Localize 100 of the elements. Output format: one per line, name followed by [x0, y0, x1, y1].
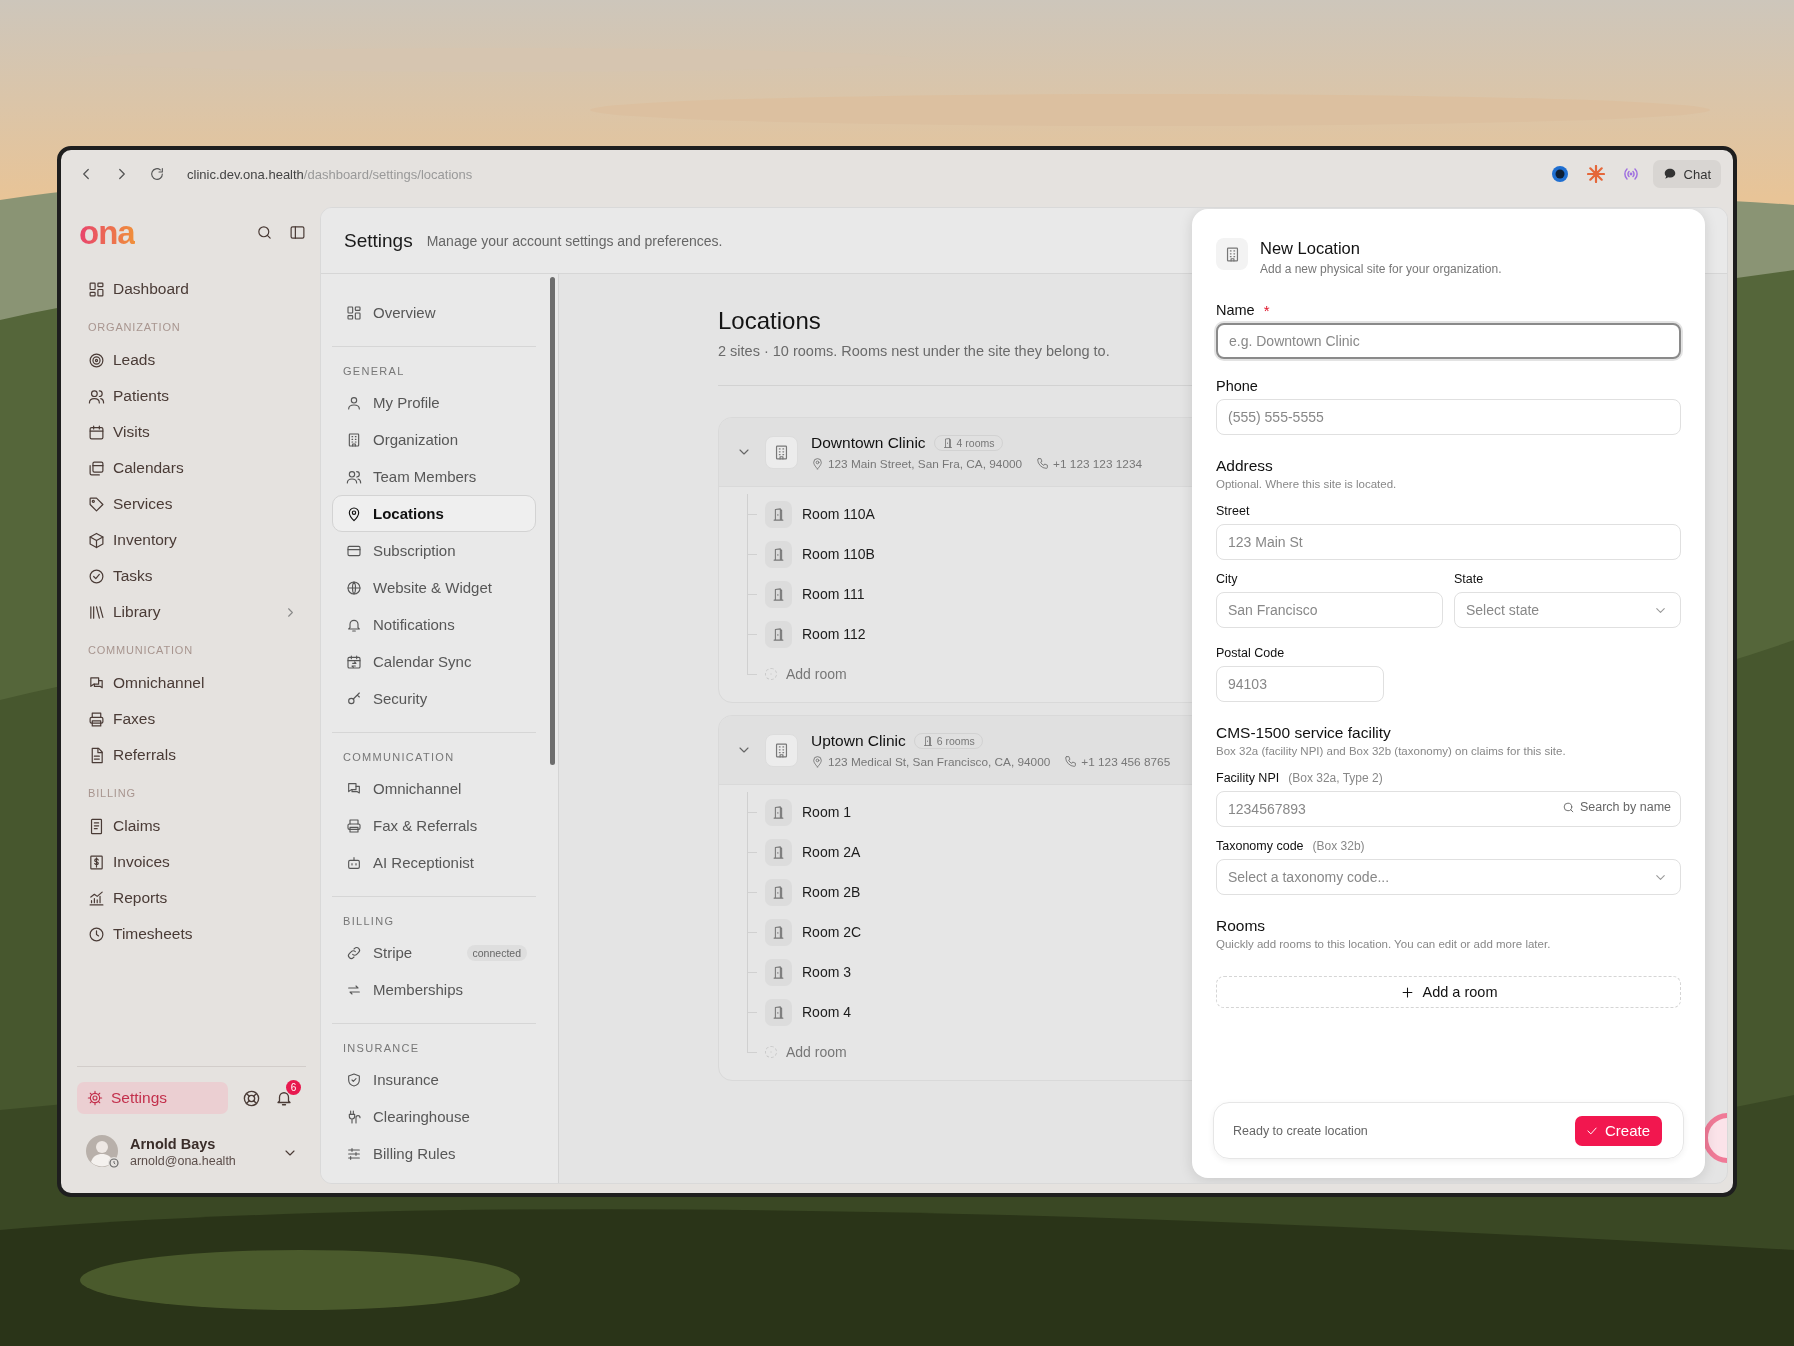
people-icon: [88, 387, 105, 405]
room-name: Room 112: [802, 626, 866, 642]
field-label: Facility NPI: [1216, 771, 1280, 785]
nav-item[interactable]: Services: [77, 486, 306, 522]
add-a-room-button[interactable]: Add a room: [1216, 976, 1681, 1008]
city-field[interactable]: San Francisco: [1216, 592, 1443, 628]
settings-nav-item[interactable]: My Profile: [332, 384, 536, 421]
nav-item[interactable]: Referrals: [77, 737, 306, 773]
field-label: Taxonomy code: [1216, 839, 1304, 853]
door-icon: [765, 620, 792, 648]
nav-item[interactable]: Dashboard: [77, 271, 306, 307]
postal-code-field[interactable]: 94103: [1216, 666, 1384, 702]
field-label: City: [1216, 572, 1238, 586]
nav-item[interactable]: Invoices: [77, 844, 306, 880]
settings-button[interactable]: Settings: [77, 1082, 228, 1114]
site-phone: +1 123 123 1234: [1053, 456, 1142, 471]
books-icon: [88, 603, 105, 621]
nav-item[interactable]: Calendars: [77, 450, 306, 486]
search-icon: [1561, 800, 1575, 814]
orb-icon[interactable]: [1550, 165, 1569, 183]
door-icon: [921, 734, 934, 747]
nav-item[interactable]: Tasks: [77, 558, 306, 594]
section-heading: BILLING: [87, 786, 137, 801]
nav-item[interactable]: Patients: [77, 378, 306, 414]
phone-icon: [1064, 755, 1078, 768]
settings-nav-item[interactable]: Security: [332, 680, 536, 717]
settings-nav-item[interactable]: Overview: [332, 294, 536, 331]
nav-item[interactable]: Leads: [77, 342, 306, 378]
settings-nav-item[interactable]: Fax & Referrals: [332, 807, 536, 844]
printer-icon: [88, 710, 105, 728]
nav-item[interactable]: Visits: [77, 414, 306, 450]
add-room-button[interactable]: Add room: [765, 1044, 847, 1060]
settings-nav-item[interactable]: Team Members: [332, 458, 536, 495]
room-name: Room 2B: [802, 884, 861, 900]
taxonomy-select[interactable]: Select a taxonomy code...: [1216, 859, 1681, 895]
chat-button[interactable]: Chat: [1652, 160, 1721, 188]
nav-item[interactable]: Faxes: [77, 701, 306, 737]
asterisk-icon[interactable]: [1586, 165, 1605, 183]
name-field[interactable]: e.g. Downtown Clinic: [1216, 323, 1681, 359]
nav-item[interactable]: Omnichannel: [77, 665, 306, 701]
field-label: Street: [1216, 504, 1250, 518]
state-select[interactable]: Select state: [1454, 592, 1681, 628]
field-hint: (Box 32a, Type 2): [1288, 771, 1383, 785]
room-name: Room 1: [802, 804, 852, 820]
reload-icon[interactable]: [149, 166, 165, 182]
pin-icon: [811, 755, 824, 768]
sidebar-icon[interactable]: [289, 223, 306, 241]
nav-item[interactable]: Claims: [77, 808, 306, 844]
avatar: [86, 1135, 121, 1170]
settings-nav-item[interactable]: Notifications: [332, 606, 536, 643]
notifications-button[interactable]: [275, 1089, 293, 1107]
settings-nav-item[interactable]: Locations: [332, 495, 536, 532]
create-button[interactable]: Create: [1574, 1115, 1662, 1146]
settings-nav-item[interactable]: Memberships: [332, 971, 536, 1008]
search-icon[interactable]: [256, 223, 273, 241]
add-room-button[interactable]: Add room: [765, 666, 847, 682]
room-count-text: 6 rooms: [936, 734, 975, 747]
user-email: arnold@ona.health: [130, 1152, 236, 1170]
settings-nav-item[interactable]: Clearinghouse: [332, 1098, 536, 1135]
search-by-name-button[interactable]: Search by name: [1561, 800, 1671, 814]
site-name: Downtown Clinic: [811, 433, 926, 452]
speech-bubble-icon: [1662, 167, 1677, 181]
calendar-sync-icon: [346, 653, 362, 670]
settings-nav-item[interactable]: Calendar Sync: [332, 643, 536, 680]
room-name: Room 4: [802, 1004, 852, 1020]
nav-item[interactable]: Library: [77, 594, 306, 630]
grid-icon: [346, 304, 362, 321]
shield-icon: [346, 1071, 362, 1088]
dollar-icon: [88, 853, 105, 871]
settings-nav-item[interactable]: Insurance: [332, 1061, 536, 1098]
phone-field[interactable]: (555) 555-5555: [1216, 399, 1681, 435]
nav-item[interactable]: Timesheets: [77, 916, 306, 952]
settings-nav-item[interactable]: Organization: [332, 421, 536, 458]
page-title: Settings: [344, 229, 413, 252]
link-icon: [346, 944, 362, 961]
required-mark: *: [1263, 301, 1270, 319]
door-icon: [765, 878, 792, 906]
scrollbar-thumb[interactable]: [550, 277, 555, 765]
door-icon: [941, 436, 954, 449]
settings-nav-item[interactable]: Website & Widget: [332, 569, 536, 606]
street-field[interactable]: 123 Main St: [1216, 524, 1681, 560]
door-icon: [765, 580, 792, 608]
settings-nav-item[interactable]: Billing Rules: [332, 1135, 536, 1172]
building-icon: [765, 435, 798, 469]
nav-item[interactable]: Reports: [77, 880, 306, 916]
section-heading: BILLING: [342, 914, 396, 929]
plug-icon: [346, 1108, 362, 1125]
settings-nav-item[interactable]: Subscription: [332, 532, 536, 569]
settings-nav-item[interactable]: Omnichannel: [332, 770, 536, 807]
settings-nav-item[interactable]: Stripe connected: [332, 934, 536, 971]
section-subtitle: 2 sites · 10 rooms. Rooms nest under the site they belong to.: [718, 342, 1110, 361]
section-heading: COMMUNICATION: [87, 643, 194, 658]
settings-nav-item[interactable]: AI Receptionist: [332, 844, 536, 881]
chat-icon: [346, 780, 362, 797]
room-count-text: 4 rooms: [956, 436, 995, 449]
form-section-title: Address: [1216, 457, 1274, 475]
signal-icon[interactable]: [1622, 166, 1639, 182]
url-text[interactable]: clinic.dev.ona.health/dashboard/settings/locations: [187, 166, 473, 182]
lifebuoy-icon[interactable]: [242, 1088, 261, 1108]
nav-item[interactable]: Inventory: [77, 522, 306, 558]
